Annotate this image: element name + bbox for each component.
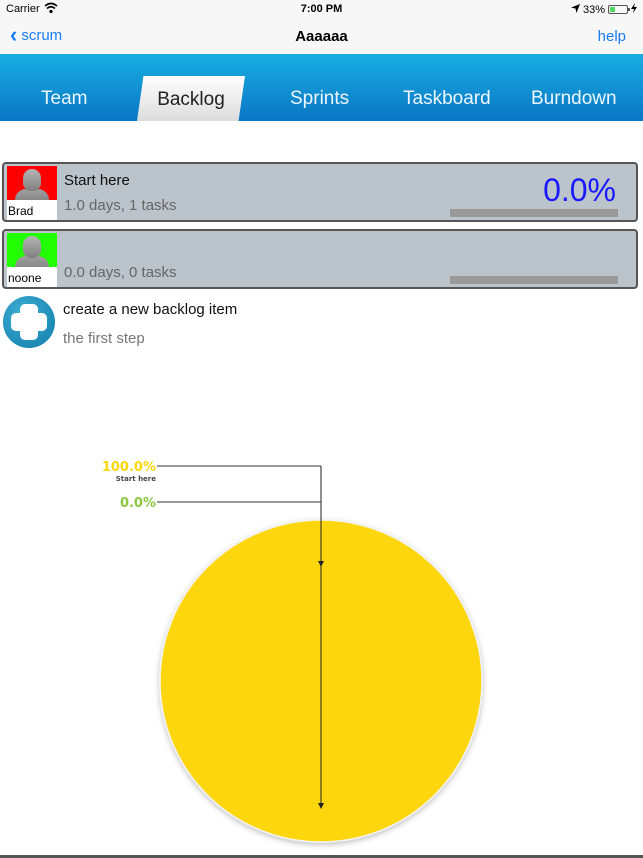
person-head-icon (23, 236, 41, 258)
pie-chart: 100.0%Start here 0.0% (102, 460, 483, 843)
tab-burndown[interactable]: Burndown (531, 88, 617, 110)
status-bar: Carrier 7:00 PM 33% (0, 0, 643, 20)
avatar: Brad (7, 166, 57, 220)
navigation-bar: ‹ scrum Aaaaaa help (0, 20, 643, 54)
battery-icon (608, 5, 630, 14)
backlog-item[interactable]: Brad Start here 1.0 days, 1 tasks 0.0% (2, 162, 638, 222)
create-subtitle: the first step (63, 330, 145, 347)
backlog-item[interactable]: noone 0.0 days, 0 tasks (2, 229, 638, 289)
item-summary: 1.0 days, 1 tasks (64, 197, 177, 214)
help-button[interactable]: help (598, 28, 626, 45)
slice-name-label: Start here (116, 475, 157, 483)
item-summary: 0.0 days, 0 tasks (64, 264, 177, 281)
clock: 7:00 PM (300, 3, 343, 15)
owner-name: noone (8, 271, 42, 285)
slice-value-label: 100.0% (102, 460, 156, 475)
bolt-icon (631, 3, 637, 16)
item-title: Start here (64, 172, 130, 189)
battery-percent: 33% (582, 3, 605, 16)
slice-value-label: 0.0% (120, 496, 156, 511)
tab-bar: Team Backlog Sprints Taskboard Burndown (0, 54, 643, 121)
plus-icon (3, 296, 55, 348)
tab-backlog[interactable]: Backlog (137, 76, 245, 121)
page-title: Aaaaaa (295, 28, 348, 45)
progress-bar (450, 209, 618, 217)
tab-team[interactable]: Team (41, 88, 87, 110)
person-head-icon (23, 169, 41, 191)
item-percent: 0.0% (543, 172, 616, 208)
owner-name: Brad (8, 204, 34, 218)
location-arrow-icon (570, 3, 580, 16)
create-title: create a new backlog item (63, 301, 238, 318)
avatar: noone (7, 233, 57, 287)
create-backlog-item-button[interactable]: create a new backlog item the first step (3, 296, 633, 352)
progress-bar (450, 276, 618, 284)
tab-taskboard[interactable]: Taskboard (403, 88, 491, 110)
tab-sprints[interactable]: Sprints (290, 88, 349, 110)
